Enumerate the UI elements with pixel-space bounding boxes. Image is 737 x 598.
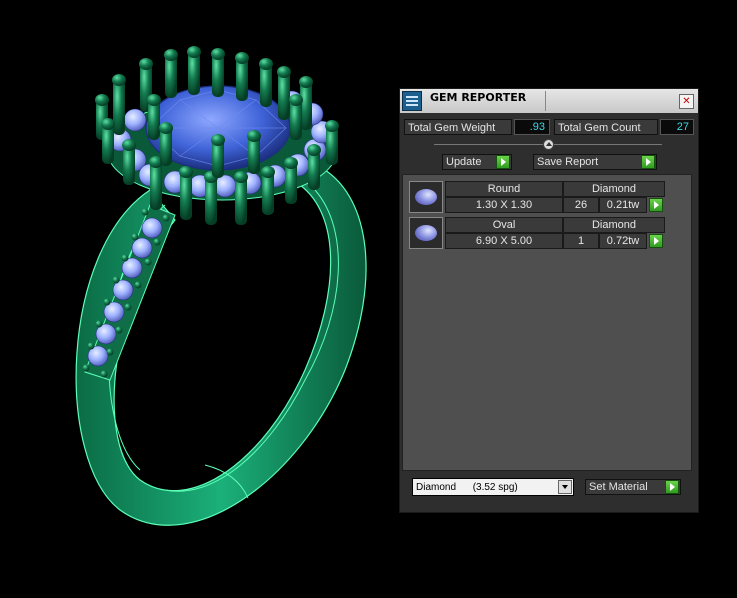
gem-material: Diamond: [563, 181, 665, 197]
gem-thumbnail: [409, 181, 443, 213]
total-gem-weight-value: .93: [514, 119, 550, 135]
gem-count: 26: [563, 197, 599, 213]
gem-reporter-panel: GEM REPORTER ✕ Total Gem Weight .93 Tota…: [399, 88, 699, 513]
update-button-label: Update: [446, 156, 482, 168]
save-report-button-label: Save Report: [537, 156, 599, 168]
gem-stone-icon: [415, 225, 437, 241]
title-bar[interactable]: GEM REPORTER ✕: [400, 89, 698, 113]
close-button[interactable]: ✕: [679, 94, 694, 109]
gem-size: 6.90 X 5.00: [445, 233, 563, 249]
material-select[interactable]: Diamond (3.52 spg): [412, 478, 574, 496]
gem-row[interactable]: Round Diamond 1.30 X 1.30 26 0.21tw: [409, 181, 667, 215]
set-material-button-label: Set Material: [589, 481, 648, 493]
gem-count: 1: [563, 233, 599, 249]
gem-row-go-button[interactable]: [649, 198, 663, 212]
gem-row-go-button[interactable]: [649, 234, 663, 248]
panel-title: GEM REPORTER: [430, 91, 527, 104]
play-arrow-icon: [665, 480, 679, 494]
gem-material: Diamond: [563, 217, 665, 233]
gem-weight: 0.72tw: [599, 233, 647, 249]
close-icon: ✕: [682, 96, 691, 107]
gem-size: 1.30 X 1.30: [445, 197, 563, 213]
gem-shape: Round: [445, 181, 563, 197]
save-report-button[interactable]: Save Report: [533, 154, 657, 170]
gem-thumbnail: [409, 217, 443, 249]
set-material-button[interactable]: Set Material: [585, 479, 681, 495]
gem-row[interactable]: Oval Diamond 6.90 X 5.00 1 0.72tw: [409, 217, 667, 251]
total-gem-count-value: 27: [660, 119, 694, 135]
total-gem-count-label: Total Gem Count: [554, 119, 658, 135]
play-arrow-icon: [641, 155, 655, 169]
total-gem-weight-label: Total Gem Weight: [404, 119, 512, 135]
material-select-value: Diamond (3.52 spg): [416, 482, 518, 493]
halo-setting: [95, 46, 339, 225]
gem-shape: Oval: [445, 217, 563, 233]
gem-stone-icon: [415, 189, 437, 205]
gem-reporter-icon: [402, 91, 422, 111]
chevron-down-icon[interactable]: [558, 480, 572, 494]
gem-list[interactable]: Round Diamond 1.30 X 1.30 26 0.21tw Oval…: [402, 174, 692, 471]
gem-weight: 0.21tw: [599, 197, 647, 213]
update-button[interactable]: Update: [442, 154, 512, 170]
play-arrow-icon: [496, 155, 510, 169]
collapse-toggle[interactable]: [543, 139, 554, 150]
